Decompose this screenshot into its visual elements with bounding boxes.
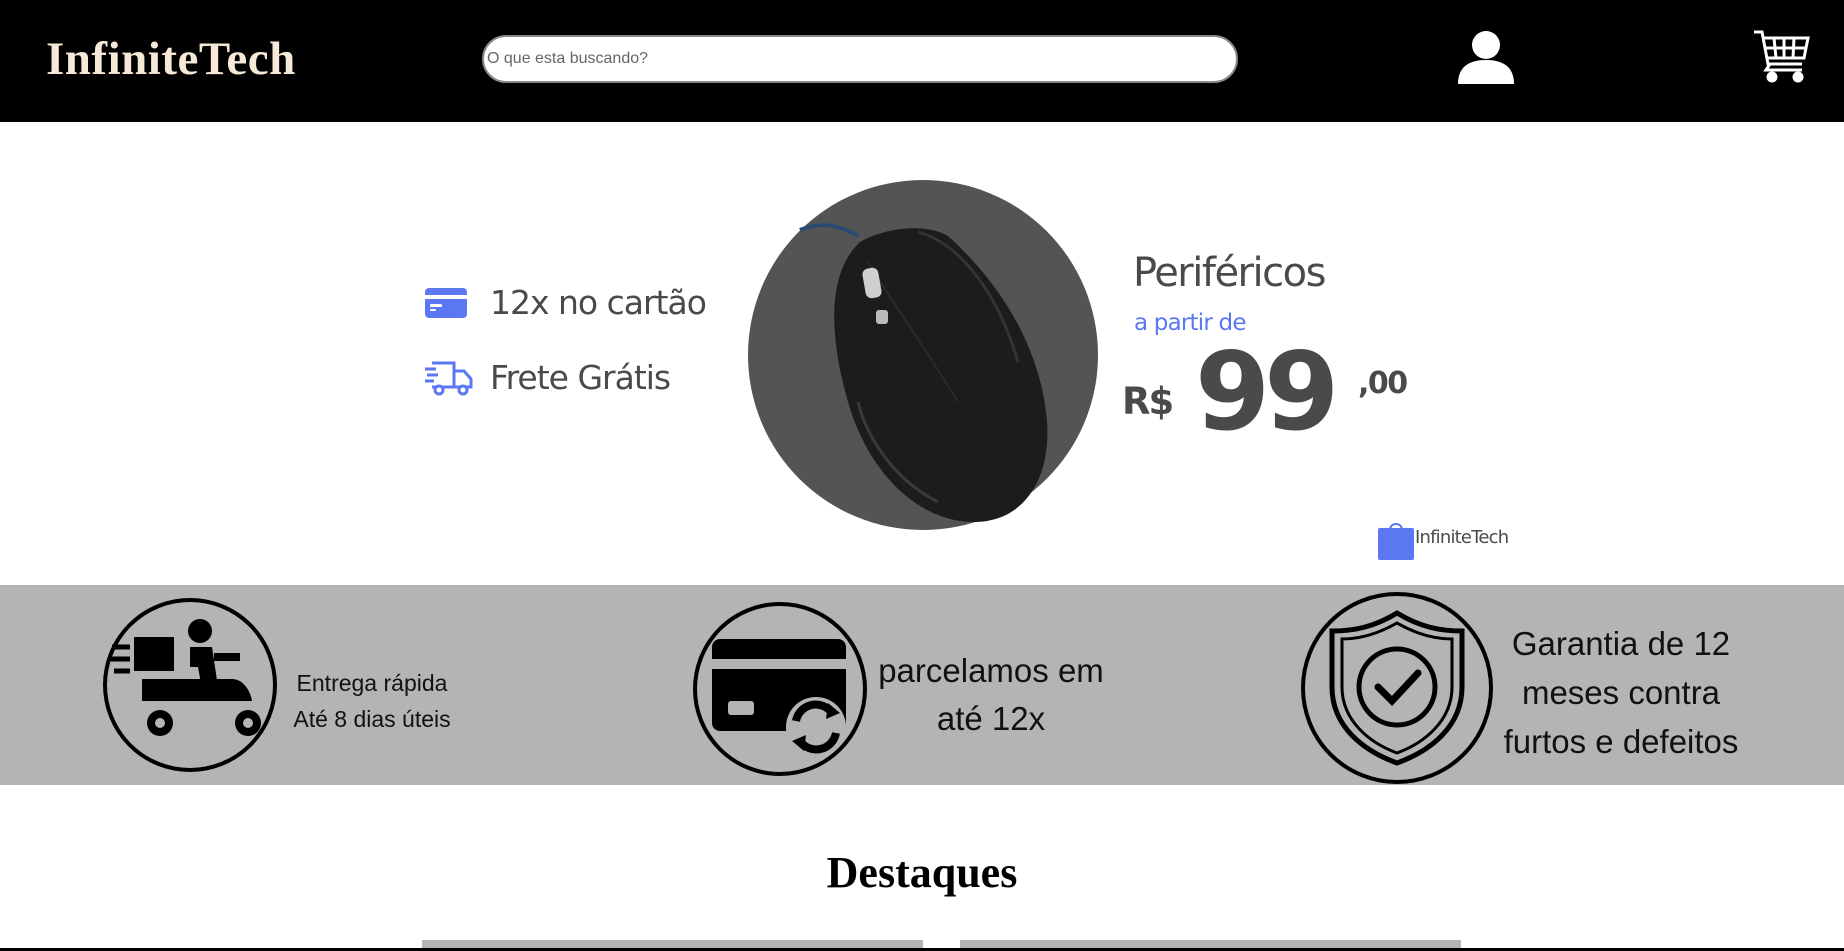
benefit-line: até 12x [936,700,1046,737]
benefit-line: Entrega rápida [296,670,448,696]
cart-icon[interactable] [1752,28,1812,84]
shield-check-icon [1301,592,1493,784]
computer-mouse-image [799,223,1048,522]
site-logo[interactable]: InfiniteTech [46,32,296,86]
delivery-scooter-icon [103,598,277,772]
hero-banner[interactable]: 12x no cartão Frete Grátis Periféricos a… [0,122,1844,585]
card-refresh-icon [693,602,867,776]
delivery-truck-icon [425,361,473,395]
credit-card-icon [425,287,467,318]
benefits-strip: Entrega rápida Até 8 dias úteis parcelam… [0,585,1844,785]
top-header: InfiniteTech [0,0,1844,122]
benefit-installments-text: parcelamos em até 12x [866,647,1116,743]
feature-free-shipping: Frete Grátis [424,358,671,397]
benefit-line: Até 8 dias úteis [293,706,451,732]
benefit-warranty-text: Garantia de 12 meses contra furtos e def… [1486,619,1756,766]
price-decimal: ,00 [1358,366,1408,401]
benefit-line: parcelamos em [878,652,1104,689]
feature-label: 12x no cartão [490,283,707,322]
benefit-delivery-text: Entrega rápida Até 8 dias úteis [282,665,462,737]
benefit-line: furtos e defeitos [1503,723,1739,760]
category-title: Periféricos [1133,250,1326,296]
feature-label: Frete Grátis [490,358,671,397]
highlights-title: Destaques [826,848,1018,897]
search-input[interactable] [482,35,1238,83]
feature-installments: 12x no cartão [424,283,707,322]
price-integer: 99 [1195,330,1339,455]
brand-label: InfiniteTech [1415,527,1509,548]
price-currency: R$ [1122,380,1174,423]
benefit-line: meses contra [1521,674,1721,711]
user-icon[interactable] [1456,30,1516,84]
benefit-line: Garantia de 12 [1511,625,1731,662]
shopping-bag-icon [1378,523,1414,560]
